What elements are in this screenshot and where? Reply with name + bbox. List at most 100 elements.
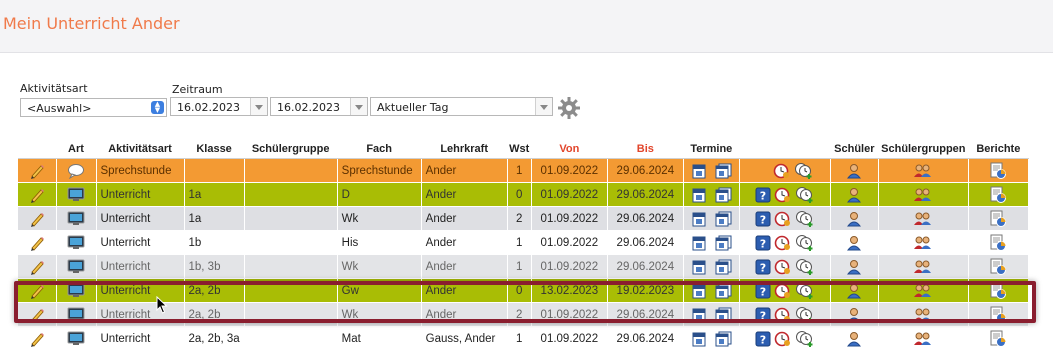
clock-icon[interactable] xyxy=(774,210,792,228)
student-group-icon[interactable] xyxy=(913,211,933,227)
gear-icon[interactable] xyxy=(557,96,581,120)
help-icon[interactable]: ? xyxy=(755,235,771,251)
student-icon[interactable] xyxy=(846,187,862,203)
clock-add-icon[interactable] xyxy=(795,330,815,348)
calendar-icon[interactable] xyxy=(691,283,707,299)
report-icon[interactable] xyxy=(989,162,1007,180)
edit-cell[interactable] xyxy=(18,158,57,183)
report-icon[interactable] xyxy=(989,282,1007,300)
clock-icon[interactable] xyxy=(774,258,792,276)
report-icon[interactable] xyxy=(989,234,1007,252)
pencil-icon[interactable] xyxy=(29,259,45,275)
student-group-icon[interactable] xyxy=(913,259,933,275)
clock-icon[interactable] xyxy=(774,330,792,348)
clock-add-icon[interactable] xyxy=(795,306,815,324)
clock-add-icon[interactable] xyxy=(795,186,815,204)
help-icon[interactable]: ? xyxy=(755,259,771,275)
calendar-multi-icon[interactable] xyxy=(714,331,732,347)
table-row[interactable]: Unterricht 2a, 2b Wk Ander 2 01.09.2022 29.06.… xyxy=(18,302,1029,327)
table-row[interactable]: Unterricht 1a Wk Ander 2 01.09.2022 29.06.2024… xyxy=(18,206,1029,231)
calendar-multi-icon[interactable] xyxy=(714,307,732,323)
header-schuelergruppe[interactable]: Schülergruppe xyxy=(244,139,338,159)
edit-cell[interactable] xyxy=(18,182,57,207)
calendar-multi-icon[interactable] xyxy=(714,283,732,299)
edit-cell[interactable] xyxy=(18,278,57,303)
calendar-icon[interactable] xyxy=(691,187,707,203)
aktivitaetsart-select[interactable]: <Auswahl> ▲ ▼ xyxy=(20,98,167,117)
header-bis[interactable]: Bis xyxy=(607,139,684,159)
help-icon[interactable]: ? xyxy=(755,331,771,347)
table-row[interactable]: Unterricht 1b His Ander 1 01.09.2022 29.06.202… xyxy=(18,230,1029,255)
header-fach[interactable]: Fach xyxy=(337,139,422,159)
table-row[interactable]: Sprechstunde Sprechstunde Ander 1 01.09.2022… xyxy=(18,158,1029,183)
edit-cell[interactable] xyxy=(18,206,57,231)
calendar-icon[interactable] xyxy=(691,211,707,227)
student-icon[interactable] xyxy=(846,211,862,227)
table-row[interactable]: Unterricht 2a, 2b, 3a Mat Gauss, Ander 1 01.0… xyxy=(18,326,1029,351)
clock-icon[interactable] xyxy=(774,306,792,324)
period-select[interactable]: Aktueller Tag xyxy=(370,97,553,116)
date-to-field[interactable]: 16.02.2023 xyxy=(270,97,368,116)
table-row[interactable]: Unterricht 2a, 2b Gw Ander 0 13.02.2023 19.02.… xyxy=(18,278,1029,303)
pencil-icon[interactable] xyxy=(29,283,45,299)
header-von[interactable]: Von xyxy=(531,139,608,159)
calendar-multi-icon[interactable] xyxy=(714,211,732,227)
clock-icon[interactable] xyxy=(774,234,792,252)
clock-icon[interactable] xyxy=(773,162,791,180)
pencil-icon[interactable] xyxy=(29,187,45,203)
pencil-icon[interactable] xyxy=(29,211,45,227)
calendar-icon[interactable] xyxy=(691,163,707,179)
clock-add-icon[interactable] xyxy=(795,258,815,276)
report-icon[interactable] xyxy=(989,186,1007,204)
student-group-icon[interactable] xyxy=(913,307,933,323)
clock-add-icon[interactable] xyxy=(795,234,815,252)
help-icon[interactable]: ? xyxy=(755,307,771,323)
edit-cell[interactable] xyxy=(18,254,57,279)
pencil-icon[interactable] xyxy=(29,235,45,251)
student-icon[interactable] xyxy=(846,163,862,179)
header-lehrkraft[interactable]: Lehrkraft xyxy=(421,139,508,159)
chevron-down-icon[interactable] xyxy=(535,98,552,115)
help-icon[interactable]: ? xyxy=(755,283,771,299)
calendar-multi-icon[interactable] xyxy=(714,259,732,275)
student-group-icon[interactable] xyxy=(913,187,933,203)
report-icon[interactable] xyxy=(989,258,1007,276)
date-from-field[interactable]: 16.02.2023 xyxy=(170,97,268,116)
table-row[interactable]: Unterricht 1a D Ander 0 01.09.2022 29.06.2024 … xyxy=(18,182,1029,207)
report-icon[interactable] xyxy=(989,306,1007,324)
calendar-icon[interactable] xyxy=(691,331,707,347)
help-icon[interactable]: ? xyxy=(755,187,771,203)
student-group-icon[interactable] xyxy=(913,163,933,179)
report-icon[interactable] xyxy=(989,210,1007,228)
student-group-icon[interactable] xyxy=(913,235,933,251)
student-icon[interactable] xyxy=(846,283,862,299)
calendar-multi-icon[interactable] xyxy=(714,163,732,179)
edit-cell[interactable] xyxy=(18,302,57,327)
pencil-icon[interactable] xyxy=(29,307,45,323)
calendar-icon[interactable] xyxy=(691,307,707,323)
clock-add-icon[interactable] xyxy=(795,210,815,228)
chevron-down-icon[interactable] xyxy=(250,98,267,115)
header-klasse[interactable]: Klasse xyxy=(184,139,245,159)
calendar-icon[interactable] xyxy=(691,259,707,275)
pencil-icon[interactable] xyxy=(29,163,45,179)
header-aktivitaetsart[interactable]: Aktivitätsart xyxy=(96,139,184,159)
table-row[interactable]: Unterricht 1b, 3b Wk Ander 1 01.09.2022 29.06.… xyxy=(18,254,1029,279)
edit-cell[interactable] xyxy=(18,230,57,255)
clock-icon[interactable] xyxy=(774,282,792,300)
chevron-down-icon[interactable] xyxy=(350,98,367,115)
student-icon[interactable] xyxy=(846,259,862,275)
clock-add-icon[interactable] xyxy=(795,282,815,300)
student-icon[interactable] xyxy=(846,235,862,251)
student-icon[interactable] xyxy=(846,331,862,347)
help-icon[interactable]: ? xyxy=(755,211,771,227)
header-wst[interactable]: Wst xyxy=(507,139,532,159)
edit-cell[interactable] xyxy=(18,326,57,351)
calendar-multi-icon[interactable] xyxy=(714,235,732,251)
report-icon[interactable] xyxy=(989,330,1007,348)
student-icon[interactable] xyxy=(846,307,862,323)
pencil-icon[interactable] xyxy=(29,331,45,347)
student-group-icon[interactable] xyxy=(913,283,933,299)
student-group-icon[interactable] xyxy=(913,331,933,347)
header-art[interactable]: Art xyxy=(56,139,96,159)
